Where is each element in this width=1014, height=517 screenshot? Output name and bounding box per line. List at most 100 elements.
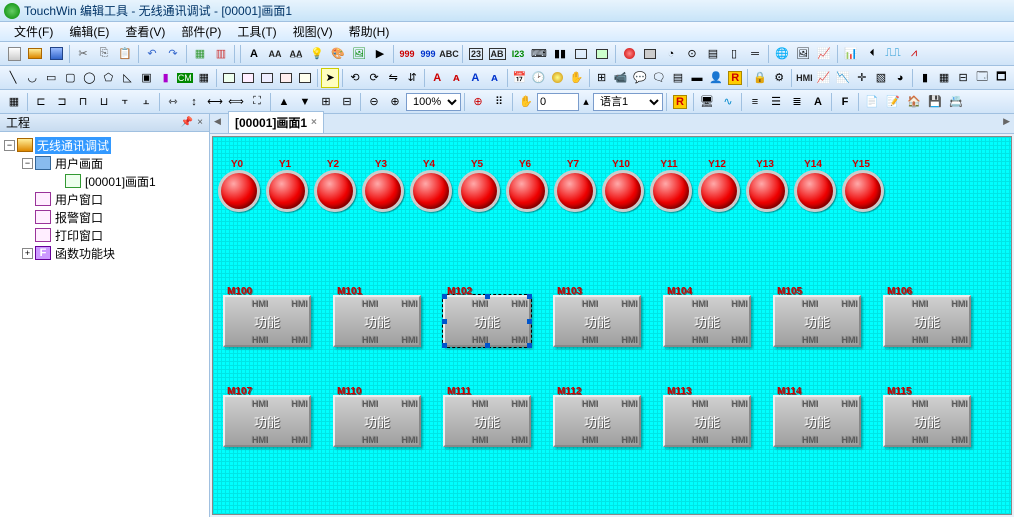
lamp-cell[interactable]: Y10 <box>599 165 647 218</box>
hmi-function-button[interactable]: M104HMIHMI功能HMIHMI <box>663 295 751 347</box>
hmi-function-button[interactable]: M113HMIHMI功能HMIHMI <box>663 395 751 447</box>
lamp-indicator[interactable] <box>554 170 596 212</box>
lamp-cell[interactable]: Y1 <box>263 165 311 218</box>
arc-icon[interactable]: ◡ <box>23 68 41 88</box>
font-inc2-icon[interactable]: A <box>466 68 484 88</box>
frame-icon[interactable]: ▣ <box>138 68 156 88</box>
selection-handle[interactable] <box>442 319 447 324</box>
ellipse-icon[interactable]: ◯ <box>80 68 98 88</box>
pointer-icon[interactable]: ➤ <box>321 68 339 88</box>
tree-alarm-win[interactable]: 报警窗口 <box>53 209 105 226</box>
menu-parts[interactable]: 部件(P) <box>173 21 229 42</box>
globe-icon[interactable]: 🌐 <box>772 44 792 64</box>
pentagon-icon[interactable]: ⬠ <box>99 68 117 88</box>
spin-up-icon[interactable]: ▴ <box>580 92 592 112</box>
sidebar-pin-icon[interactable]: 📌 <box>181 117 193 128</box>
bars-icon[interactable]: ▮▮ <box>550 44 570 64</box>
flip-h-icon[interactable]: ⇋ <box>384 68 402 88</box>
hmi-function-button[interactable]: M112HMIHMI功能HMIHMI <box>553 395 641 447</box>
lamp-cell[interactable]: Y13 <box>743 165 791 218</box>
btn-gray-icon[interactable] <box>640 44 660 64</box>
group-icon[interactable]: ⊞ <box>316 92 336 112</box>
tree-expand-root[interactable]: − <box>4 140 15 151</box>
redo-button[interactable]: ↷ <box>163 44 183 64</box>
front-icon[interactable]: ▲ <box>274 92 294 112</box>
lang-combo[interactable]: 语言1 <box>593 93 663 111</box>
fill-icon[interactable]: ▮ <box>157 68 175 88</box>
cal-icon[interactable]: 📅 <box>510 68 528 88</box>
lamp-indicator[interactable] <box>314 170 356 212</box>
undo-button[interactable]: ↶ <box>142 44 162 64</box>
dist-h-icon[interactable]: ⇿ <box>163 92 183 112</box>
align-t-icon[interactable]: ⊓ <box>73 92 93 112</box>
wave-icon[interactable]: ∿ <box>718 92 738 112</box>
disk-icon[interactable]: 💾 <box>925 92 945 112</box>
abc-icon[interactable]: ABC <box>439 44 459 64</box>
prop2-icon[interactable]: 📝 <box>883 92 903 112</box>
switch-icon[interactable]: ⊙ <box>682 44 702 64</box>
btn-g3-icon[interactable] <box>258 68 276 88</box>
flip-v-icon[interactable]: ⇵ <box>403 68 421 88</box>
scale-icon[interactable]: ▯ <box>724 44 744 64</box>
user-icon[interactable]: 👤 <box>707 68 725 88</box>
lamp-cell[interactable]: Y15 <box>839 165 887 218</box>
lamp-indicator[interactable] <box>794 170 836 212</box>
grid-button[interactable]: ▦ <box>190 44 210 64</box>
copy-button[interactable]: ⎘ <box>94 44 114 64</box>
grid3-icon[interactable]: ⊟ <box>954 68 972 88</box>
msg-icon[interactable]: 💬 <box>631 68 649 88</box>
selection-handle[interactable] <box>527 343 532 348</box>
xy-icon[interactable]: ✛ <box>853 68 871 88</box>
align-l-icon[interactable]: ⊏ <box>31 92 51 112</box>
text-a-button[interactable]: A <box>244 44 264 64</box>
lamp-cell[interactable]: Y11 <box>647 165 695 218</box>
tree-screen1[interactable]: [00001]画面1 <box>83 173 158 190</box>
menu-file[interactable]: 文件(F) <box>6 21 61 42</box>
selection-handle[interactable] <box>485 294 490 299</box>
hmi-function-button[interactable]: M106HMIHMI功能HMIHMI <box>883 295 971 347</box>
tree-print-win[interactable]: 打印窗口 <box>53 227 105 244</box>
rrect-icon[interactable]: ▢ <box>61 68 79 88</box>
btn-g5-icon[interactable] <box>296 68 314 88</box>
monitor-icon[interactable]: 🖥 <box>697 92 717 112</box>
gear-icon[interactable]: ⚙ <box>770 68 788 88</box>
lamp-cell[interactable]: Y3 <box>359 165 407 218</box>
pie-icon[interactable]: ◕ <box>891 68 909 88</box>
target-icon[interactable]: ⊕ <box>468 92 488 112</box>
font-inc-icon[interactable]: A <box>428 68 446 88</box>
chart-bar-icon[interactable]: 📊 <box>841 44 861 64</box>
text-al-r-icon[interactable]: ≣ <box>787 92 807 112</box>
menu-tools[interactable]: 工具(T) <box>229 21 284 42</box>
hmi-function-button[interactable]: M115HMIHMI功能HMIHMI <box>883 395 971 447</box>
bar-icon[interactable]: ▮ <box>916 68 934 88</box>
dist-v-icon[interactable]: ↕ <box>184 92 204 112</box>
hmi-function-button[interactable]: M111HMIHMI功能HMIHMI <box>443 395 531 447</box>
num999-blue-icon[interactable]: 999 <box>418 44 438 64</box>
text-al-l-icon[interactable]: ≡ <box>745 92 765 112</box>
lamp-cell[interactable]: Y14 <box>791 165 839 218</box>
lamp2-icon[interactable] <box>549 68 567 88</box>
back-icon[interactable]: ▼ <box>295 92 315 112</box>
text-al-c-icon[interactable]: ☰ <box>766 92 786 112</box>
slider2-icon[interactable]: ═ <box>745 44 765 64</box>
tab-close-icon[interactable]: × <box>311 117 317 128</box>
r-icon[interactable]: R <box>726 68 744 88</box>
cam-icon[interactable]: 📹 <box>612 68 630 88</box>
same-h-icon[interactable]: ⟺ <box>226 92 246 112</box>
menu-edit[interactable]: 编辑(E) <box>61 21 117 42</box>
num999-red-icon[interactable]: 999 <box>397 44 417 64</box>
tree-func-block[interactable]: 函数功能块 <box>53 245 117 262</box>
r2-icon[interactable]: R <box>670 92 690 112</box>
f-letter-icon[interactable]: F <box>835 92 855 112</box>
chart2-icon[interactable]: ▧ <box>872 68 890 88</box>
palette-icon[interactable]: 🎨 <box>328 44 348 64</box>
field1-icon[interactable] <box>571 44 591 64</box>
tab-nav-right-icon[interactable]: ▶ <box>1003 116 1010 127</box>
tree-expand-func[interactable]: + <box>22 248 33 259</box>
align-cv-icon[interactable]: ⫠ <box>136 92 156 112</box>
btn-g2-icon[interactable] <box>239 68 257 88</box>
hmi-function-button[interactable]: M110HMIHMI功能HMIHMI <box>333 395 421 447</box>
lamp-cell[interactable]: Y6 <box>503 165 551 218</box>
paste-button[interactable]: 📋 <box>115 44 135 64</box>
hmi-function-button[interactable]: M101HMIHMI功能HMIHMI <box>333 295 421 347</box>
